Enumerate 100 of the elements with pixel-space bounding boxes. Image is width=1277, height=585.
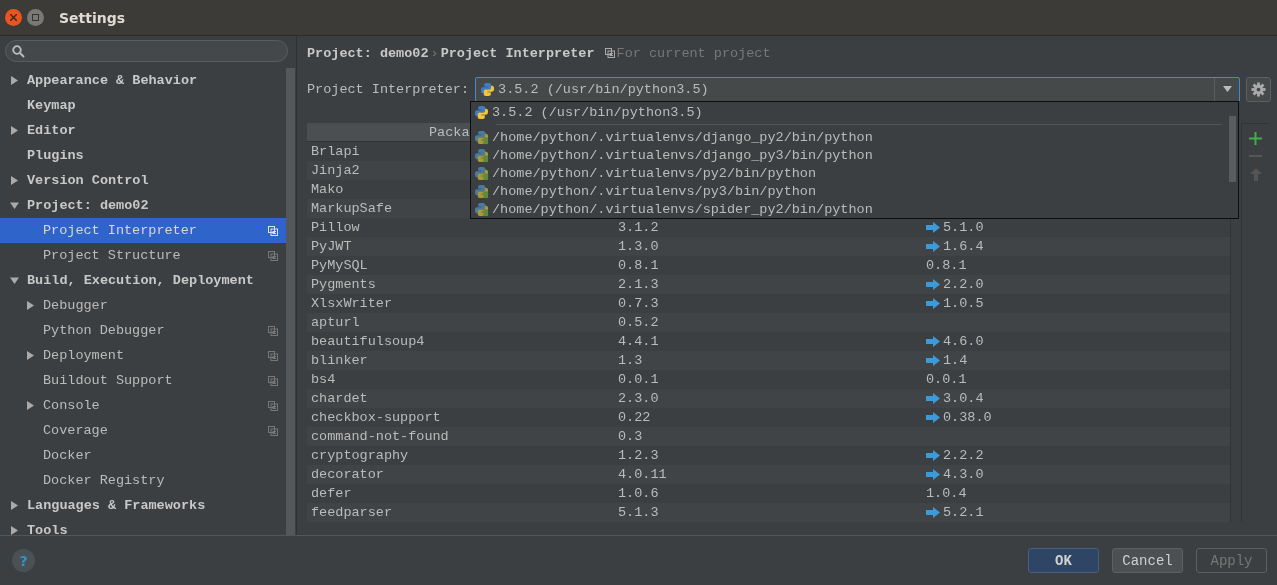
latest-version-cell: 5.1.0 <box>926 220 984 235</box>
latest-version-cell: 0.0.1 <box>926 372 967 387</box>
collapsed-arrow-icon[interactable] <box>26 351 35 360</box>
upgrade-arrow-icon <box>926 355 940 366</box>
dropdown-arrow-icon <box>1222 86 1232 92</box>
upgrade-arrow-icon <box>926 412 940 423</box>
upgrade-arrow-icon <box>926 469 940 480</box>
copy-icon <box>268 401 278 411</box>
tree-item[interactable]: Python Debugger <box>0 318 286 343</box>
close-button[interactable] <box>5 9 22 26</box>
collapsed-arrow-icon[interactable] <box>26 401 35 410</box>
tree-item[interactable]: Project Structure <box>0 243 286 268</box>
interpreter-option[interactable]: /home/python/.virtualenvs/py3/bin/python <box>471 182 1221 200</box>
settings-icon <box>1251 81 1267 97</box>
python-icon <box>474 201 489 217</box>
interpreter-option[interactable]: /home/python/.virtualenvs/django_py3/bin/python <box>471 146 1221 164</box>
latest-version-cell: 1.0.4 <box>926 486 967 501</box>
maximize-button[interactable] <box>27 9 44 26</box>
package-name: beautifulsoup4 <box>311 334 425 349</box>
version-cell: 5.1.3 <box>618 505 659 520</box>
tree-item[interactable]: Languages & Frameworks <box>0 493 286 518</box>
version-cell: 2.1.3 <box>618 277 659 292</box>
settings-button[interactable] <box>1246 76 1271 102</box>
breadcrumb-current: Project Interpreter <box>440 45 595 61</box>
upgrade-arrow-icon <box>926 336 940 347</box>
tree-item[interactable]: Project Interpreter <box>0 218 286 243</box>
tree-item[interactable]: Console <box>0 393 286 418</box>
interpreter-option[interactable]: 3.5.2 (/usr/bin/python3.5) <box>471 103 1221 121</box>
popup-scrollbar[interactable] <box>1229 116 1236 182</box>
expanded-arrow-icon[interactable] <box>10 201 19 210</box>
version-cell: 0.0.1 <box>618 372 659 387</box>
tree-item[interactable]: Deployment <box>0 343 286 368</box>
package-name: blinker <box>311 353 368 368</box>
collapsed-arrow-icon[interactable] <box>10 501 19 510</box>
latest-version-cell: 4.6.0 <box>926 334 984 349</box>
copy-icon <box>604 48 615 58</box>
tree-item[interactable]: Buildout Support <box>0 368 286 393</box>
tree-item[interactable]: Docker Registry <box>0 468 286 493</box>
interpreter-label: Project Interpreter: <box>307 81 470 97</box>
copy-icon <box>268 351 278 361</box>
search-field[interactable] <box>5 40 288 62</box>
add-icon[interactable] <box>1249 132 1262 145</box>
collapsed-arrow-icon[interactable] <box>10 126 19 135</box>
tree-item[interactable]: Tools <box>0 518 286 535</box>
collapsed-arrow-icon[interactable] <box>10 176 19 185</box>
tree-item[interactable]: Plugins <box>0 143 286 168</box>
dialog-button[interactable]: OK <box>1028 548 1099 573</box>
tree-item[interactable]: Project: demo02 <box>0 193 286 218</box>
collapsed-arrow-icon[interactable] <box>26 301 35 310</box>
package-name: chardet <box>311 391 368 406</box>
interpreter-dropdown[interactable]: 3.5.2 (/usr/bin/python3.5) <box>475 76 1241 102</box>
breadcrumb-parent: Project: demo02 <box>307 45 429 61</box>
dialog-button[interactable]: Cancel <box>1112 548 1183 573</box>
upgrade-arrow-icon <box>926 450 940 461</box>
tree-item[interactable]: Docker <box>0 443 286 468</box>
tree-item[interactable]: Keymap <box>0 93 286 118</box>
window-title: Settings <box>59 9 126 26</box>
package-name: Mako <box>311 182 344 197</box>
maximize-icon <box>32 14 39 21</box>
version-cell: 2.3.0 <box>618 391 659 406</box>
latest-version-cell: 1.6.4 <box>926 239 984 254</box>
version-cell: 0.8.1 <box>618 258 659 273</box>
upgrade-arrow-icon <box>926 298 940 309</box>
version-cell: 0.7.3 <box>618 296 659 311</box>
latest-version-cell: 1.0.5 <box>926 296 984 311</box>
collapsed-arrow-icon[interactable] <box>10 526 19 535</box>
copy-icon <box>268 226 278 236</box>
tree-item[interactable]: Coverage <box>0 418 286 443</box>
tree-item[interactable]: Editor <box>0 118 286 143</box>
package-name: apturl <box>311 315 360 330</box>
version-cell: 1.2.3 <box>618 448 659 463</box>
interpreter-option[interactable]: /home/python/.virtualenvs/django_py2/bin/python <box>471 128 1221 146</box>
tree-item[interactable]: Debugger <box>0 293 286 318</box>
latest-version-cell: 0.8.1 <box>926 258 967 273</box>
tree-item[interactable]: Build, Execution, Deployment <box>0 268 286 293</box>
scrollbar[interactable] <box>286 68 295 535</box>
version-cell: 3.1.2 <box>618 220 659 235</box>
version-cell: 1.3 <box>618 353 643 368</box>
close-icon <box>10 14 17 21</box>
python-icon <box>474 165 489 181</box>
version-cell: 1.3.0 <box>618 239 659 254</box>
interpreter-option[interactable]: /home/python/.virtualenvs/py2/bin/python <box>471 164 1221 182</box>
package-name: PyMySQL <box>311 258 368 273</box>
version-cell: 4.0.11 <box>618 467 667 482</box>
interpreter-option[interactable]: /home/python/.virtualenvs/spider_py2/bin/python <box>471 200 1221 218</box>
collapsed-arrow-icon[interactable] <box>10 76 19 85</box>
upgrade-arrow-icon <box>926 507 940 518</box>
upgrade-arrow-icon <box>926 393 940 404</box>
version-cell: 0.22 <box>618 410 651 425</box>
tree-item[interactable]: Appearance & Behavior <box>0 68 286 93</box>
python-icon <box>474 183 489 199</box>
version-cell: 0.5.2 <box>618 315 659 330</box>
copy-icon <box>268 426 278 436</box>
expanded-arrow-icon[interactable] <box>10 276 19 285</box>
package-name: Pillow <box>311 220 360 235</box>
breadcrumb-separator: › <box>430 45 439 61</box>
package-name: Brlapi <box>311 144 360 159</box>
tree-item[interactable]: Version Control <box>0 168 286 193</box>
upgrade-arrow-icon <box>926 222 940 233</box>
package-name: MarkupSafe <box>311 201 392 216</box>
